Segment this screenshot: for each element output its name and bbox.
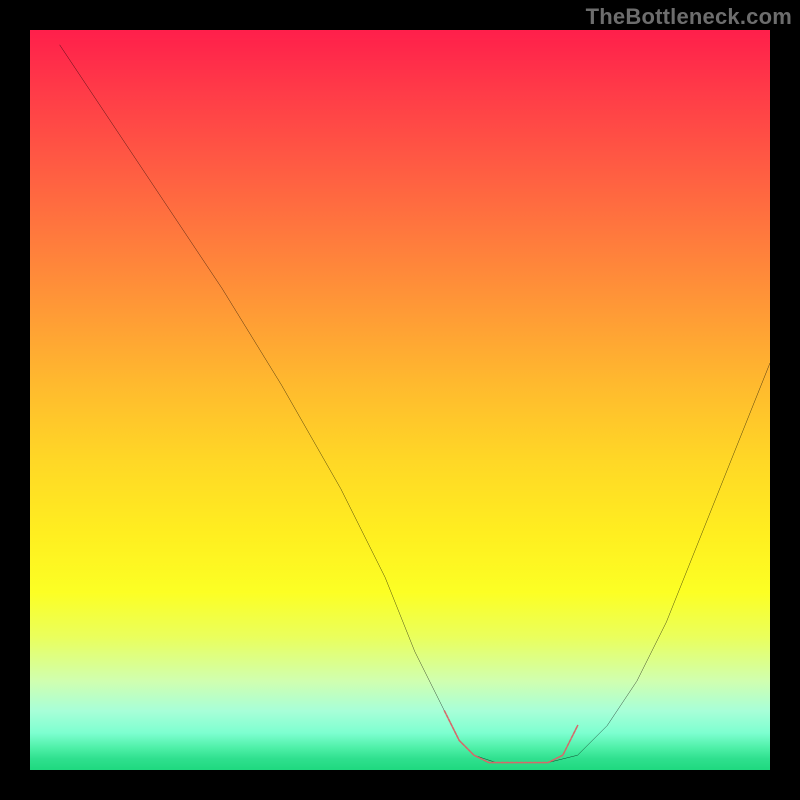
bottleneck-curve bbox=[60, 45, 770, 763]
chart-frame: TheBottleneck.com bbox=[0, 0, 800, 800]
watermark-text: TheBottleneck.com bbox=[586, 4, 792, 30]
curve-main-group bbox=[60, 45, 770, 763]
plot-area bbox=[30, 30, 770, 770]
curve-highlight-group bbox=[444, 711, 577, 763]
optimal-highlight bbox=[444, 711, 577, 763]
chart-svg bbox=[30, 30, 770, 770]
